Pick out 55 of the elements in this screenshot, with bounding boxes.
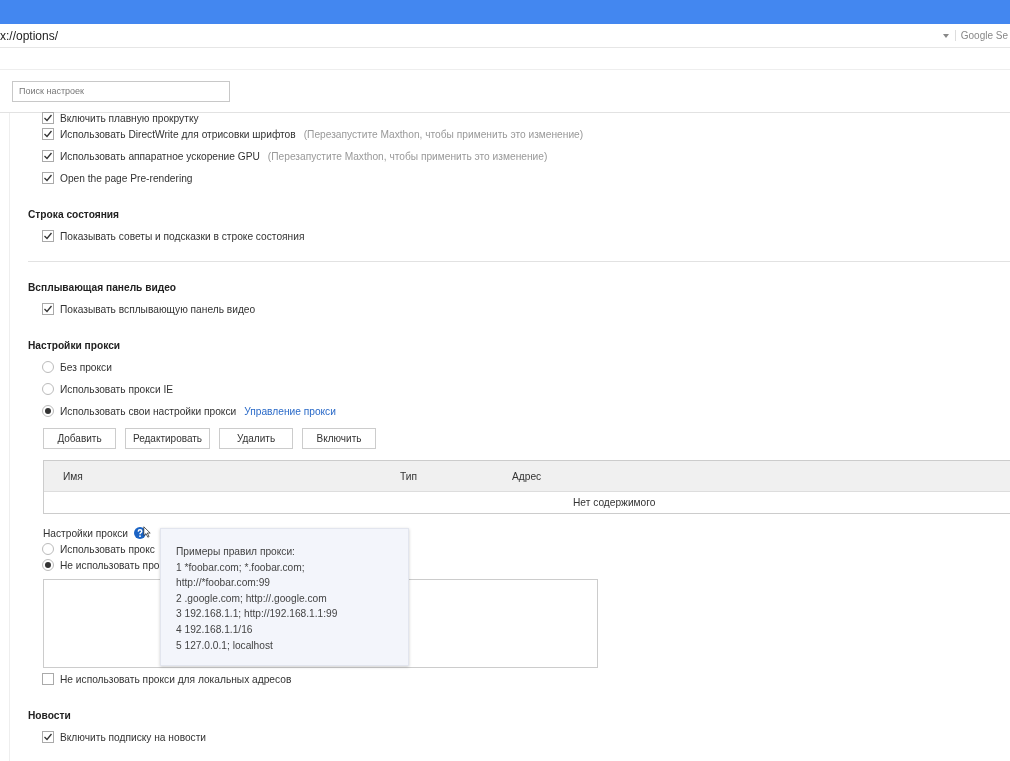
checkbox-label: Использовать DirectWrite для отрисовки шрифтов [60,128,296,140]
search-field[interactable]: Поиск настроек [12,80,230,102]
tooltip-line: 5 127.0.0.1; localhost [176,638,274,653]
radio-label: Использовать прокси IE [60,383,174,395]
rules-label: Настройки прокси [43,527,128,539]
section-heading: Строка состояния [28,207,121,222]
checkbox[interactable] [42,112,54,124]
radio-button[interactable] [42,559,54,571]
radio-button[interactable] [42,543,54,555]
radio-button[interactable] [42,361,54,373]
checkbox[interactable] [42,128,54,140]
tooltip-line: 4 192.168.1.1/16 [176,622,254,637]
tooltip-line: 1 *foobar.com; *.foobar.com; [176,560,306,575]
checkbox[interactable] [42,303,54,315]
toolbar-button[interactable]: Добавить [43,428,116,449]
help-icon[interactable] [134,527,146,539]
section-heading: Настройки прокси [28,338,122,353]
checkbox-label: Не использовать прокси для локальных адресов [60,673,292,685]
tooltip-line: 3 192.168.1.1; http://192.168.1.1:99 [176,607,339,622]
address-field[interactable]: x://options/ [0,28,943,43]
checkbox-label: Open the page Pre-rendering [60,172,193,184]
checkbox[interactable] [42,230,54,242]
section-heading: Новости [28,708,72,723]
radio-button[interactable] [42,405,54,417]
tooltip-line: http://*foobar.com:99 [176,576,271,591]
checkbox[interactable] [42,150,54,162]
radio-label: Использовать свои настройки прокси [60,405,237,417]
toolbar-button[interactable]: Включить [302,428,376,449]
radio-label: Использовать прокс [60,543,155,555]
checkbox[interactable] [42,172,54,184]
checkbox-label: Показывать всплывающую панель видео [60,303,256,315]
toolbar-button[interactable]: Редактировать [125,428,210,449]
column-header[interactable]: Адрес [512,470,542,482]
column-header[interactable]: Тип [400,470,512,482]
checkbox-label: Показывать советы и подсказки в строке состояния [60,230,305,242]
radio-label: Не использовать про [60,559,160,571]
search-engine-field[interactable]: Google Se [954,30,1010,41]
column-header[interactable]: Имя [63,470,400,482]
toolbar-button[interactable]: Удалить [219,428,293,449]
checkbox[interactable] [42,673,54,685]
radio-label: Без прокси [60,361,112,373]
checkbox-label: Включить плавную прокрутку [60,112,199,124]
section-heading: Всплывающая панель видео [28,280,178,295]
tooltip-title: Примеры правил прокси: [176,545,296,559]
radio-button[interactable] [42,383,54,395]
restart-note: (Перезапустите Maxthon, чтобы применить это изменение) [303,128,584,140]
checkbox[interactable] [42,731,54,743]
restart-note: (Перезапустите Maxthon, чтобы применить это изменение) [267,150,548,162]
manage-proxy-link[interactable]: Управление прокси [244,405,336,417]
checkbox-label: Включить подписку на новости [60,731,207,743]
checkbox-label: Использовать аппаратное ускорение GPU [60,150,260,162]
mouse-cursor-icon [143,526,151,538]
tooltip-line: 2 .google.com; http://.google.com [176,591,328,606]
dropdown-caret-icon[interactable] [942,33,949,38]
empty-message: Нет содержимого [573,497,656,508]
